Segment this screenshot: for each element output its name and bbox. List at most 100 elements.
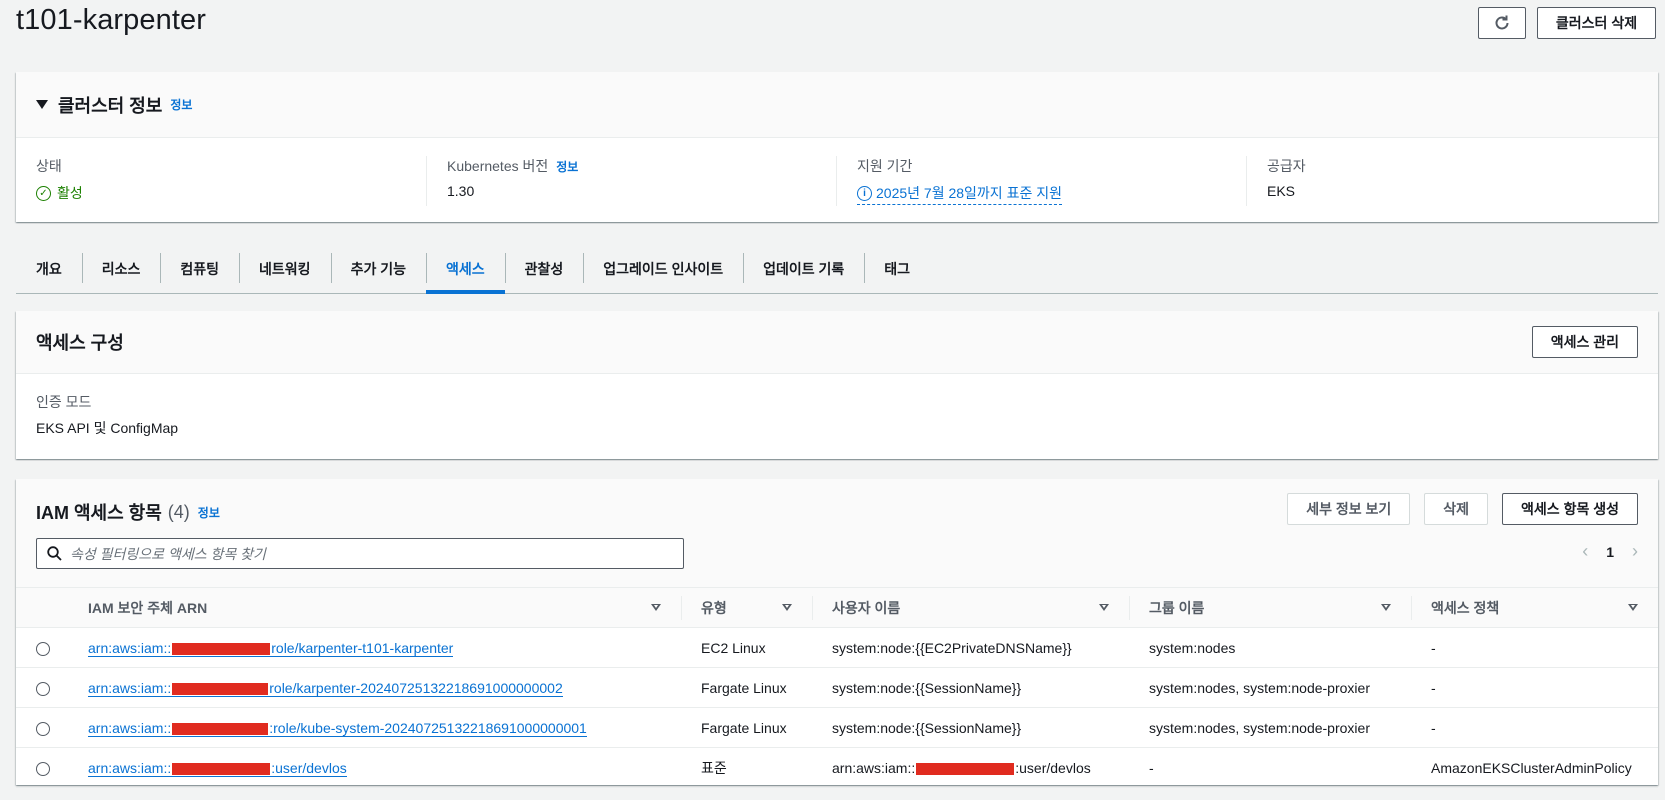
username-cell: system:node:{{SessionName}} [832, 719, 1022, 736]
column-header-username[interactable]: 사용자 이름 [812, 588, 1129, 628]
refresh-icon [1495, 15, 1509, 30]
tab-addons[interactable]: 추가 기능 [330, 244, 426, 293]
username-cell: arn:aws:iam:::user/devlos [832, 759, 1091, 776]
column-header-policy[interactable]: 액세스 정책 [1411, 588, 1658, 628]
type-cell: 표준 [701, 759, 727, 776]
cluster-info-panel: 클러스터 정보 정보 상태 ✓ 활성 Kubernetes 버전 정보 1.30… [16, 72, 1658, 222]
row-select-radio[interactable] [36, 681, 50, 696]
search-icon [47, 546, 62, 561]
sort-icon[interactable] [1381, 604, 1391, 611]
arn-link[interactable]: arn:aws:iam:::role/kube-system-202407251… [88, 719, 587, 737]
cluster-info-title: 클러스터 정보 [58, 95, 163, 116]
manage-access-button[interactable]: 액세스 관리 [1531, 326, 1638, 358]
support-period-field: 지원 기간 i 2025년 7월 28일까지 표준 지원 [836, 156, 1246, 206]
access-config-title: 액세스 구성 [36, 333, 124, 353]
auth-mode-label: 인증 모드 [36, 394, 92, 410]
delete-cluster-button[interactable]: 클러스터 삭제 [1537, 7, 1656, 39]
redacted-account-id [916, 762, 1015, 775]
create-access-entry-button[interactable]: 액세스 항목 생성 [1502, 493, 1638, 525]
provider-field: 공급자 EKS [1246, 156, 1656, 206]
row-select-radio[interactable] [36, 761, 50, 776]
provider-label: 공급자 [1267, 158, 1306, 174]
page-title: t101-karpenter [16, 4, 207, 36]
tab-networking[interactable]: 네트워킹 [239, 244, 331, 293]
tab-update-history[interactable]: 업데이트 기록 [743, 244, 864, 293]
sort-icon[interactable] [782, 604, 792, 611]
k8s-version-value: 1.30 [447, 183, 475, 199]
support-period-value: 2025년 7월 28일까지 표준 지원 [876, 185, 1062, 201]
redacted-account-id [172, 642, 271, 655]
iam-entries-info-link[interactable]: 정보 [198, 504, 220, 521]
info-circle-icon: i [857, 185, 872, 201]
provider-value: EKS [1267, 183, 1296, 199]
iam-entries-title: IAM 액세스 항목 [36, 503, 162, 523]
table-row[interactable]: arn:aws:iam:::user/devlos 표준 arn:aws:iam… [16, 748, 1658, 788]
redacted-account-id [172, 682, 269, 695]
type-cell: Fargate Linux [701, 679, 787, 696]
k8s-version-info-link[interactable]: 정보 [556, 158, 578, 175]
table-header-row: IAM 보안 주체 ARN 유형 사용자 이름 그룹 이름 액세스 정책 [16, 587, 1658, 628]
view-details-button[interactable]: 세부 정보 보기 [1287, 493, 1411, 525]
cluster-info-header[interactable]: 클러스터 정보 정보 [16, 72, 1658, 138]
search-field [36, 538, 684, 569]
tab-resources[interactable]: 리소스 [81, 244, 161, 293]
column-header-groups[interactable]: 그룹 이름 [1129, 588, 1411, 628]
prev-page-icon[interactable]: ‹ [1582, 541, 1588, 562]
cluster-info-info-link[interactable]: 정보 [170, 96, 192, 113]
refresh-button[interactable] [1478, 7, 1526, 39]
status-value: 활성 [57, 185, 83, 201]
redacted-account-id [172, 762, 271, 775]
sort-icon[interactable] [1628, 604, 1638, 611]
support-period-link[interactable]: i 2025년 7월 28일까지 표준 지원 [857, 183, 1062, 205]
k8s-version-field: Kubernetes 버전 정보 1.30 [426, 156, 836, 206]
row-select-radio[interactable] [36, 641, 50, 656]
table-row[interactable]: arn:aws:iam:::role/kube-system-202407251… [16, 708, 1658, 748]
tab-upgrade-insights[interactable]: 업그레이드 인사이트 [583, 244, 743, 293]
pagination: ‹ 1 › [1582, 541, 1638, 562]
tab-access[interactable]: 액세스 [426, 244, 505, 294]
support-period-label: 지원 기간 [857, 158, 913, 174]
iam-access-entries-panel: IAM 액세스 항목 (4) 정보 세부 정보 보기 삭제 액세스 항목 생성 … [16, 479, 1658, 788]
type-cell: EC2 Linux [701, 639, 766, 656]
username-cell: system:node:{{EC2PrivateDNSName}} [832, 639, 1072, 656]
groups-cell: - [1149, 759, 1154, 776]
tab-overview[interactable]: 개요 [16, 244, 82, 293]
cluster-tabs: 개요 리소스 컴퓨팅 네트워킹 추가 기능 액세스 관찰성 업그레이드 인사이트… [16, 244, 1658, 294]
caret-down-icon[interactable] [36, 100, 48, 109]
k8s-version-label: Kubernetes 버전 [447, 158, 549, 174]
next-page-icon[interactable]: › [1632, 541, 1638, 562]
groups-cell: system:nodes, system:node-proxier [1149, 679, 1370, 696]
delete-entry-button[interactable]: 삭제 [1424, 493, 1489, 525]
groups-cell: system:nodes, system:node-proxier [1149, 719, 1370, 736]
column-header-arn[interactable]: IAM 보안 주체 ARN [68, 588, 681, 628]
column-header-type[interactable]: 유형 [681, 588, 812, 628]
table-row[interactable]: arn:aws:iam:: role/karpenter-t101-karpent… [16, 628, 1658, 668]
tab-tags[interactable]: 태그 [864, 244, 930, 293]
select-column-header [16, 588, 68, 628]
type-cell: Fargate Linux [701, 719, 787, 736]
iam-entries-table: IAM 보안 주체 ARN 유형 사용자 이름 그룹 이름 액세스 정책 arn… [16, 587, 1658, 788]
policy-cell: - [1431, 639, 1436, 656]
tab-observability[interactable]: 관찰성 [504, 244, 584, 293]
sort-icon[interactable] [1099, 604, 1109, 611]
policy-cell: - [1431, 679, 1436, 696]
arn-link[interactable]: arn:aws:iam:: role/karpenter-t101-karpent… [88, 639, 454, 657]
auth-mode-value: EKS API 및 ConfigMap [36, 420, 179, 436]
row-select-radio[interactable] [36, 721, 50, 736]
table-row[interactable]: arn:aws:iam:: role/karpenter-202407251322… [16, 668, 1658, 708]
tab-compute[interactable]: 컴퓨팅 [160, 244, 239, 293]
policy-cell: - [1431, 719, 1436, 736]
groups-cell: system:nodes [1149, 639, 1236, 656]
arn-link[interactable]: arn:aws:iam:: role/karpenter-202407251322… [88, 679, 563, 697]
search-input[interactable] [70, 545, 683, 562]
redacted-account-id [172, 722, 269, 735]
iam-entries-count: (4) [167, 501, 190, 522]
access-config-panel: 액세스 구성 액세스 관리 인증 모드 EKS API 및 ConfigMap [16, 311, 1658, 459]
check-circle-icon: ✓ [36, 185, 51, 201]
status-field: 상태 ✓ 활성 [16, 156, 426, 206]
username-cell: system:node:{{SessionName}} [832, 679, 1022, 696]
sort-icon[interactable] [651, 604, 661, 611]
current-page[interactable]: 1 [1606, 544, 1614, 560]
policy-cell: AmazonEKSClusterAdminPolicy [1431, 759, 1632, 776]
arn-link[interactable]: arn:aws:iam:::user/devlos [88, 759, 347, 777]
